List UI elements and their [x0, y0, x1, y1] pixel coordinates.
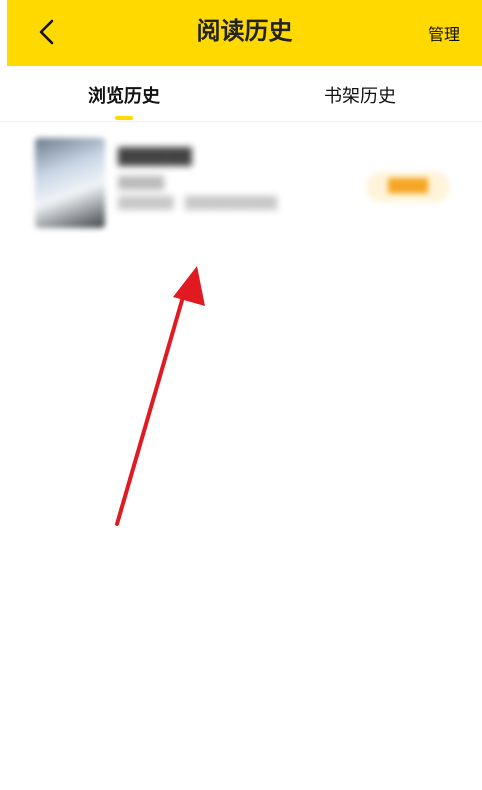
tab-browse-history[interactable]: 浏览历史: [88, 82, 160, 108]
book-meta: █████: [118, 176, 165, 190]
book-title: ██████: [118, 147, 192, 166]
tab-bookshelf-history[interactable]: 书架历史: [324, 82, 396, 108]
page-title: 阅读历史: [196, 16, 293, 45]
top-app-bar: 阅读历史 管理: [7, 0, 482, 66]
book-reading-progress: ██████ · ██████████: [118, 196, 278, 210]
manage-button[interactable]: 管理: [428, 21, 460, 45]
book-cover-image: [35, 138, 105, 228]
chevron-left-icon: [39, 19, 54, 45]
history-tabs: 浏览历史 书架历史: [0, 66, 482, 122]
history-list-item[interactable]: ██████ █████ ██████ · ██████████ ████: [20, 128, 472, 236]
active-tab-indicator: [115, 116, 133, 120]
back-button[interactable]: [25, 10, 69, 54]
book-info: ██████ █████ ██████ · ██████████: [118, 146, 328, 212]
continue-reading-button[interactable]: ████: [366, 172, 450, 202]
